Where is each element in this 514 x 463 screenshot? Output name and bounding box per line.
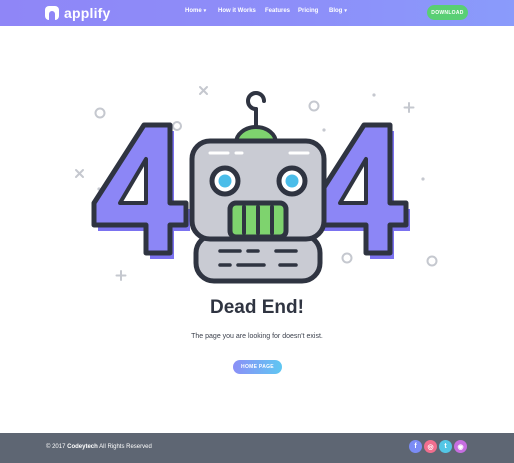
chevron-down-icon: ▾ <box>203 8 207 14</box>
copyright-prefix: © 2017 <box>46 444 68 450</box>
download-button[interactable]: DOWNLOAD <box>427 5 468 20</box>
nav-item-label: Features <box>265 8 291 14</box>
top-navbar: applify Home ▾ How it Works Features Pric… <box>0 0 514 26</box>
home-page-button[interactable]: HOME PAGE <box>233 360 282 374</box>
nav-item-home[interactable]: Home ▾ <box>185 8 206 18</box>
left-digit-four <box>91 122 190 259</box>
applify-logo-icon <box>45 6 59 20</box>
nav-item-how-it-works[interactable]: How it Works <box>218 8 256 18</box>
dribbble-icon[interactable]: ◉ <box>454 440 467 453</box>
nav-item-label: Blog <box>329 8 343 14</box>
nav-item-label: How it Works <box>218 8 256 14</box>
nav-item-blog[interactable]: Blog ▾ <box>329 8 347 18</box>
page-subtitle: The page you are looking for doesn't exi… <box>191 333 323 340</box>
chevron-down-icon: ▾ <box>344 8 347 14</box>
twitter-icon[interactable]: t <box>439 440 452 453</box>
robot-404-illustration <box>75 86 438 284</box>
copyright-suffix: All Rights Reserved <box>97 444 152 450</box>
brand-logo[interactable]: applify <box>45 5 111 21</box>
nav-item-features[interactable]: Features <box>265 8 290 18</box>
copyright-brand-link[interactable]: Codeytech <box>67 444 98 450</box>
right-digit-four <box>311 122 410 259</box>
page-title: Dead End! <box>210 297 304 318</box>
instagram-icon[interactable]: ◎ <box>424 440 437 453</box>
copyright-text: © 2017 Codeytech All Rights Reserved <box>46 444 152 450</box>
facebook-icon[interactable]: f <box>409 440 422 453</box>
robot <box>189 91 327 284</box>
nav-item-label: Pricing <box>298 8 319 14</box>
brand-name: applify <box>64 5 111 21</box>
nav-item-pricing[interactable]: Pricing <box>298 8 318 18</box>
nav-item-label: Home <box>185 8 202 14</box>
